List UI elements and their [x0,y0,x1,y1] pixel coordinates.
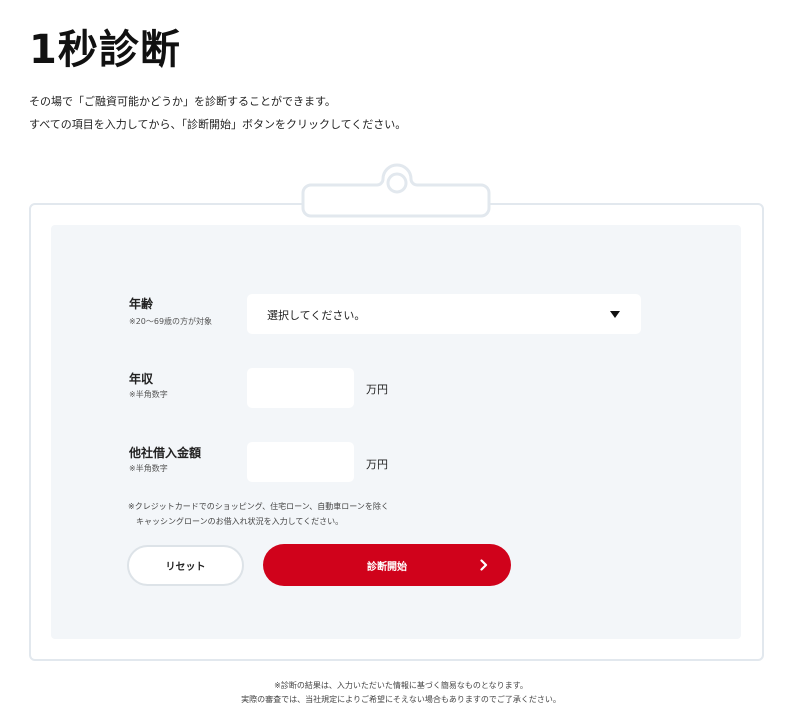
income-input[interactable] [247,368,354,408]
other-debt-label: 他社借入金額 [129,446,202,460]
start-diagnosis-button[interactable]: 診断開始 [263,544,511,586]
age-label: 年齢 [129,297,154,311]
bottom-note-line2: 実際の審査では、当社規定によりご希望にそえない場合もありますのでご了承ください。 [241,695,561,704]
other-debt-input[interactable] [247,442,354,482]
income-note: ※半角数字 [129,390,168,399]
age-note: ※20〜69歳の方が対象 [129,317,213,326]
form-footnote-line2: キャッシングローンのお借入れ状況を入力してください。 [136,517,344,526]
reset-button-label: リセット [165,562,206,573]
clipboard-clip-icon [301,163,491,218]
form-footnote-line1: ※クレジットカードでのショッピング、住宅ローン、自動車ローンを除く [128,502,389,511]
age-select-value: 選択してください。 [267,309,366,322]
income-unit: 万円 [366,383,388,396]
reset-button[interactable]: リセット [127,545,244,586]
start-button-label: 診断開始 [367,561,407,573]
bottom-note-line1: ※診断の結果は、入力いただいた情報に基づく簡易なものとなります。 [274,681,528,690]
income-label: 年収 [129,372,154,386]
other-debt-note: ※半角数字 [129,464,168,473]
other-debt-unit: 万円 [366,458,388,471]
chevron-right-icon [480,559,488,571]
age-select[interactable]: 選択してください。 [247,294,641,334]
caret-down-icon [610,311,620,318]
